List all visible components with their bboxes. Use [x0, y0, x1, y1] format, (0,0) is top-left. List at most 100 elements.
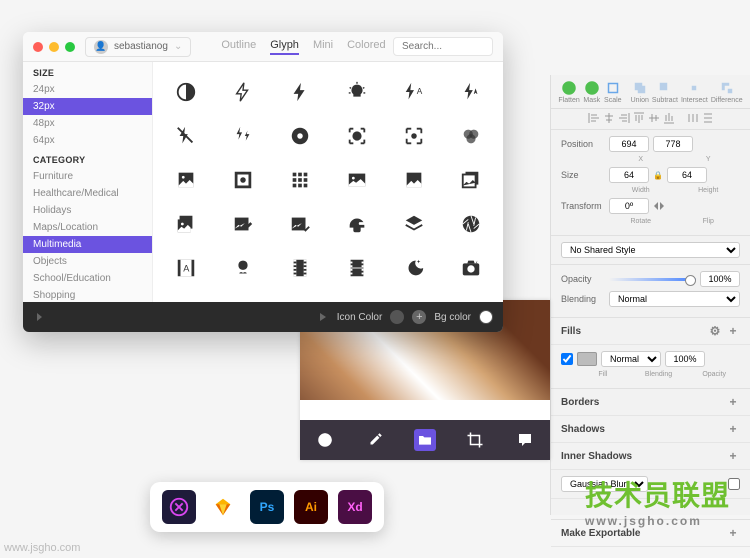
- sidebar-category-furniture[interactable]: Furniture: [23, 168, 152, 185]
- dock-app-sketch[interactable]: [206, 490, 240, 524]
- tab-colored[interactable]: Colored: [347, 39, 386, 55]
- maximize-button[interactable]: [65, 42, 75, 52]
- focus-icon[interactable]: [328, 114, 385, 158]
- tab-mini[interactable]: Mini: [313, 39, 333, 55]
- idea-bulb-icon[interactable]: [328, 70, 385, 114]
- fills-add-button[interactable]: +: [726, 324, 740, 338]
- flip-h-icon[interactable]: [653, 200, 665, 212]
- aperture-icon[interactable]: [442, 202, 499, 246]
- helmet-icon[interactable]: [328, 202, 385, 246]
- picture-landscape-icon[interactable]: [328, 158, 385, 202]
- bolt-icon[interactable]: [271, 70, 328, 114]
- fill-opacity-input[interactable]: [665, 351, 705, 367]
- sidebar-size-48px[interactable]: 48px: [23, 115, 152, 132]
- distribute-h-icon[interactable]: [687, 112, 699, 124]
- icon-color-add[interactable]: +: [412, 310, 426, 324]
- subtract-tool[interactable]: Subtract: [652, 79, 678, 104]
- flash-off-icon[interactable]: [157, 114, 214, 158]
- fill-enabled-check[interactable]: [561, 353, 573, 365]
- filmstrip-icon[interactable]: [271, 246, 328, 290]
- bg-color-swatch[interactable]: [479, 310, 493, 324]
- folder-icon[interactable]: [414, 429, 436, 451]
- rotate-input[interactable]: [609, 198, 649, 214]
- export-add-button[interactable]: +: [726, 526, 740, 540]
- film-a-icon[interactable]: [157, 246, 214, 290]
- picture-border-icon[interactable]: [214, 158, 271, 202]
- play-icon[interactable]: [317, 311, 329, 323]
- grid-tiles-icon[interactable]: [271, 158, 328, 202]
- scale-tool[interactable]: Scale: [604, 79, 622, 104]
- sidebar-category-school-education[interactable]: School/Education: [23, 270, 152, 287]
- chart-pie-icon[interactable]: [314, 429, 336, 451]
- sidebar-category-maps-location[interactable]: Maps/Location: [23, 219, 152, 236]
- sidebar-size-64px[interactable]: 64px: [23, 132, 152, 149]
- union-tool[interactable]: Union: [631, 79, 649, 104]
- align-hcenter-icon[interactable]: [603, 112, 615, 124]
- picture-square-icon[interactable]: [385, 158, 442, 202]
- align-vcenter-icon[interactable]: [648, 112, 660, 124]
- align-right-icon[interactable]: [618, 112, 630, 124]
- difference-tool[interactable]: Difference: [711, 79, 743, 104]
- focus-frame-icon[interactable]: [385, 114, 442, 158]
- dock-app-illustrator[interactable]: Ai: [294, 490, 328, 524]
- search-input[interactable]: [393, 37, 493, 56]
- sidebar-category-multimedia[interactable]: Multimedia: [23, 236, 152, 253]
- filmstrip-alt-icon[interactable]: [328, 246, 385, 290]
- sidebar-size-24px[interactable]: 24px: [23, 81, 152, 98]
- comment-icon[interactable]: [514, 429, 536, 451]
- minimize-button[interactable]: [49, 42, 59, 52]
- intersect-tool[interactable]: Intersect: [681, 79, 708, 104]
- tab-outline[interactable]: Outline: [221, 39, 256, 55]
- align-bottom-icon[interactable]: [663, 112, 675, 124]
- contrast-icon[interactable]: [157, 70, 214, 114]
- sidebar-category-shopping[interactable]: Shopping: [23, 287, 152, 302]
- picture-stack2-icon[interactable]: [157, 202, 214, 246]
- dock-app-xd[interactable]: Xd: [338, 490, 372, 524]
- sidebar-size-32px[interactable]: 32px: [23, 98, 152, 115]
- shadows-add-button[interactable]: +: [726, 422, 740, 436]
- picture-check-icon[interactable]: [271, 202, 328, 246]
- picture-stack-icon[interactable]: [442, 158, 499, 202]
- width-input[interactable]: [609, 167, 649, 183]
- sidebar-category-holidays[interactable]: Holidays: [23, 202, 152, 219]
- night-star-icon[interactable]: [385, 246, 442, 290]
- disc-icon[interactable]: [271, 114, 328, 158]
- dock-app-iconjar[interactable]: [162, 490, 196, 524]
- eyedropper-icon[interactable]: [364, 429, 386, 451]
- align-top-icon[interactable]: [633, 112, 645, 124]
- user-chip[interactable]: 👤 sebastianog ⌄: [85, 37, 191, 57]
- fill-color-swatch[interactable]: [577, 352, 597, 366]
- shared-style-select[interactable]: No Shared Style: [561, 242, 740, 258]
- distribute-v-icon[interactable]: [702, 112, 714, 124]
- borders-add-button[interactable]: +: [726, 395, 740, 409]
- close-button[interactable]: [33, 42, 43, 52]
- fill-blending-select[interactable]: Normal: [601, 351, 661, 367]
- bolt-thin-icon[interactable]: [214, 70, 271, 114]
- camera-bolt-icon[interactable]: [442, 246, 499, 290]
- flatten-tool[interactable]: Flatten: [558, 79, 579, 104]
- opacity-slider[interactable]: [609, 278, 696, 281]
- flash-split-icon[interactable]: [214, 114, 271, 158]
- picture-edit-icon[interactable]: [214, 202, 271, 246]
- mask-tool[interactable]: Mask: [583, 79, 601, 104]
- pos-x-input[interactable]: [609, 136, 649, 152]
- dock-app-photoshop[interactable]: Ps: [250, 490, 284, 524]
- height-input[interactable]: [667, 167, 707, 183]
- layers-icon[interactable]: [385, 202, 442, 246]
- prev-icon[interactable]: [33, 311, 45, 323]
- picture-frame-icon[interactable]: [157, 158, 214, 202]
- macro-flower-icon[interactable]: [214, 246, 271, 290]
- icon-color-swatch[interactable]: [390, 310, 404, 324]
- rgb-filter-icon[interactable]: [442, 114, 499, 158]
- tab-glyph[interactable]: Glyph: [270, 39, 299, 55]
- align-left-icon[interactable]: [588, 112, 600, 124]
- sidebar-category-objects[interactable]: Objects: [23, 253, 152, 270]
- flash-auto-icon[interactable]: [385, 70, 442, 114]
- opacity-input[interactable]: [700, 271, 740, 287]
- blending-select[interactable]: Normal: [609, 291, 740, 307]
- crop-icon[interactable]: [464, 429, 486, 451]
- lock-icon[interactable]: 🔒: [653, 171, 663, 180]
- flash-a-icon[interactable]: [442, 70, 499, 114]
- inner-shadows-add-button[interactable]: +: [726, 449, 740, 463]
- fills-gear-icon[interactable]: ⚙: [708, 324, 722, 338]
